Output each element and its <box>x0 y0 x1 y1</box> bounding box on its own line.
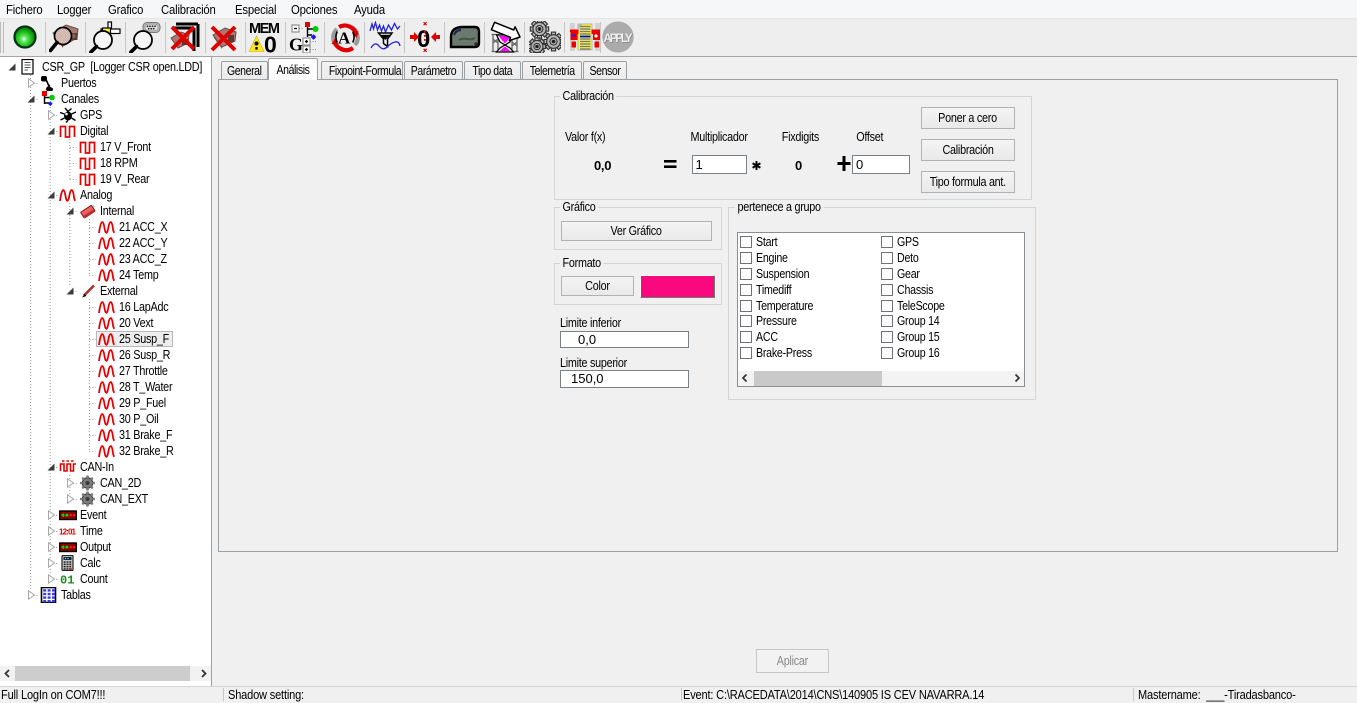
svg-text:01: 01 <box>60 574 74 588</box>
svg-text:APPLY: APPLY <box>604 33 633 45</box>
svg-text:12:01: 12:01 <box>59 528 77 537</box>
svg-text:A: A <box>338 29 351 48</box>
svg-text:G: G <box>289 35 303 54</box>
svg-text:0: 0 <box>264 32 277 54</box>
